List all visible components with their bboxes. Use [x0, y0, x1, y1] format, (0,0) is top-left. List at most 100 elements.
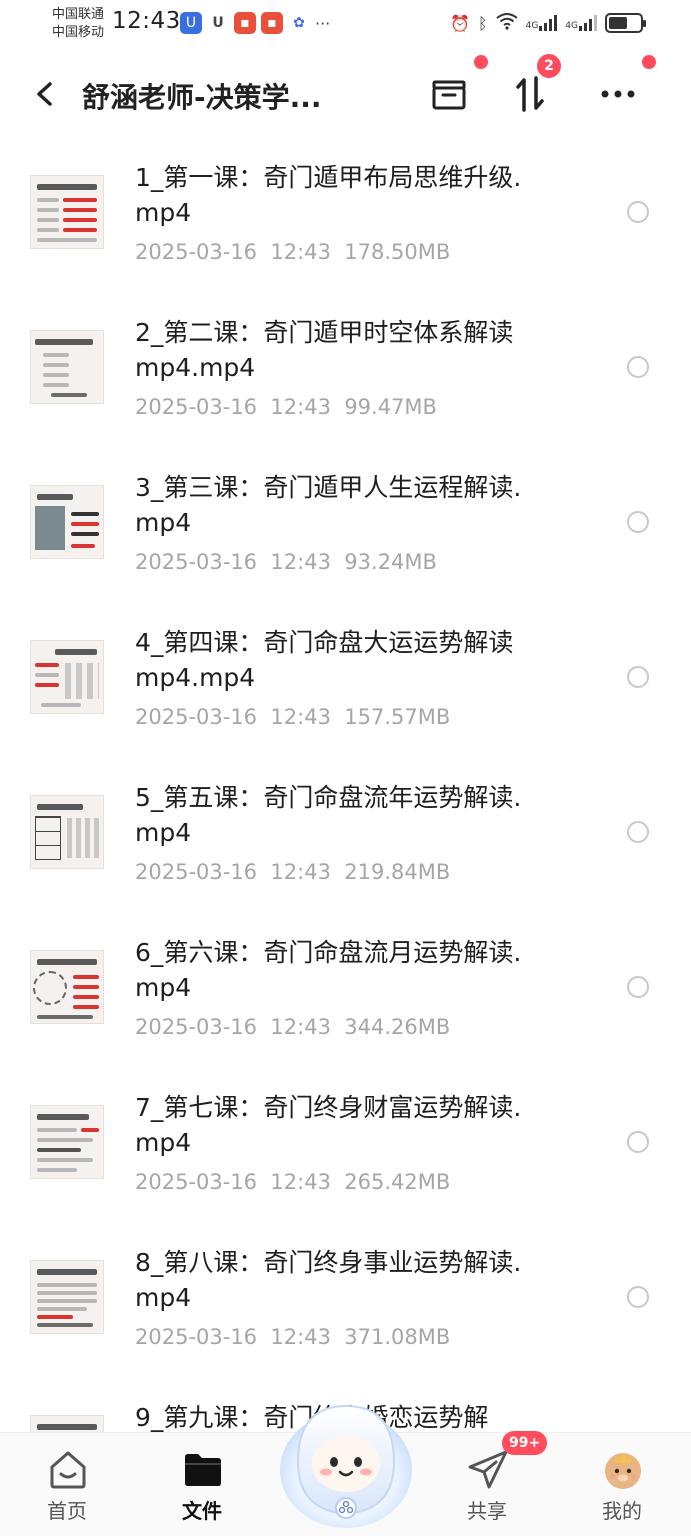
video-thumbnail [30, 640, 104, 714]
file-date: 2025-03-16 [135, 1170, 258, 1194]
alarm-icon: ⏰ [450, 13, 470, 33]
ai-assistant-button[interactable] [276, 1392, 416, 1532]
back-button[interactable] [30, 74, 60, 114]
signal-icon: 4G [565, 15, 597, 31]
file-meta: 2025-03-16 12:43 93.24MB [135, 550, 437, 574]
select-radio[interactable] [627, 356, 649, 378]
share-send-icon [468, 1450, 508, 1489]
file-name: 1_第一课：奇门遁甲布局思维升级.mp4 [135, 163, 522, 227]
tab-files[interactable]: 文件 [147, 1433, 257, 1536]
avatar-icon [605, 1453, 641, 1489]
file-time: 12:43 [270, 1325, 331, 1349]
sort-button[interactable] [507, 72, 555, 116]
video-thumbnail [30, 330, 104, 404]
video-thumbnail [30, 485, 104, 559]
file-time: 12:43 [270, 550, 331, 574]
file-name: 3_第三课：奇门遁甲人生运程解读.mp4 [135, 473, 522, 537]
signal-icon: 4G [526, 15, 558, 31]
file-list: 1_第一课：奇门遁甲布局思维升级.mp4 2025-03-16 12:43 17… [0, 140, 691, 1432]
select-radio[interactable] [627, 666, 649, 688]
file-size: 157.57MB [344, 705, 451, 729]
sort-icon [516, 76, 544, 112]
file-size: 371.08MB [344, 1325, 451, 1349]
carrier-names: 中国联通 中国移动 [52, 6, 104, 42]
file-time: 12:43 [270, 240, 331, 264]
shopping-app-icon: ▪ [261, 12, 283, 34]
file-meta: 2025-03-16 12:43 157.57MB [135, 705, 450, 729]
file-row[interactable]: 5_第五课：奇门命盘流年运势解读.mp4 2025-03-16 12:43 21… [0, 780, 691, 935]
file-size: 178.50MB [344, 240, 451, 264]
select-radio[interactable] [627, 1131, 649, 1153]
network-type: 4G [525, 21, 539, 31]
file-meta: 2025-03-16 12:43 265.42MB [135, 1170, 450, 1194]
app-notification-icon: U [180, 12, 202, 34]
tab-files-label: 文件 [182, 1499, 222, 1523]
share-badge: 99+ [502, 1431, 548, 1455]
battery-icon [605, 13, 646, 33]
archive-notification-dot [474, 55, 488, 69]
file-row[interactable]: 7_第七课：奇门终身财富运势解读.mp4 2025-03-16 12:43 26… [0, 1090, 691, 1245]
carrier-2: 中国移动 [52, 25, 105, 40]
file-meta: 2025-03-16 12:43 344.26MB [135, 1015, 450, 1039]
select-radio[interactable] [627, 201, 649, 223]
folder-icon [185, 1454, 221, 1486]
file-date: 2025-03-16 [135, 240, 258, 264]
file-meta: 2025-03-16 12:43 178.50MB [135, 240, 450, 264]
tab-mine[interactable]: 我的 [567, 1433, 677, 1536]
bluetooth-icon: ᛒ [477, 13, 488, 33]
shopping-app-icon: ▪ [234, 12, 256, 34]
file-time: 12:43 [270, 1170, 331, 1194]
file-date: 2025-03-16 [135, 550, 258, 574]
select-radio[interactable] [627, 1286, 649, 1308]
file-name: 6_第六课：奇门命盘流月运势解读.mp4 [135, 938, 522, 1002]
file-row[interactable]: 6_第六课：奇门命盘流月运势解读.mp4 2025-03-16 12:43 34… [0, 935, 691, 1090]
home-icon [50, 1451, 86, 1489]
archive-button[interactable] [425, 72, 473, 116]
tab-home-label: 首页 [47, 1499, 87, 1523]
more-notification-dot [642, 55, 656, 69]
file-size: 344.26MB [344, 1015, 451, 1039]
file-time: 12:43 [270, 395, 331, 419]
video-thumbnail [30, 795, 104, 869]
file-name: 8_第八课：奇门终身事业运势解读.mp4 [135, 1248, 522, 1312]
file-date: 2025-03-16 [135, 1325, 258, 1349]
file-row[interactable]: 4_第四课：奇门命盘大运运势解读mp4.mp4 2025-03-16 12:43… [0, 625, 691, 780]
select-radio[interactable] [627, 976, 649, 998]
video-thumbnail [30, 950, 104, 1024]
file-name: 2_第二课：奇门遁甲时空体系解读mp4.mp4 [135, 318, 514, 382]
select-radio[interactable] [627, 511, 649, 533]
file-time: 12:43 [270, 705, 331, 729]
app-notification-icon: U [212, 15, 224, 31]
file-meta: 2025-03-16 12:43 219.84MB [135, 860, 450, 884]
tab-mine-label: 我的 [602, 1499, 642, 1523]
tab-share-label: 共享 [467, 1499, 507, 1523]
file-row[interactable]: 2_第二课：奇门遁甲时空体系解读mp4.mp4 2025-03-16 12:43… [0, 315, 691, 470]
network-type: 4G [565, 21, 578, 31]
file-size: 99.47MB [344, 395, 437, 419]
wifi-icon [495, 12, 518, 34]
file-name: 7_第七课：奇门终身财富运势解读.mp4 [135, 1093, 522, 1157]
top-app-bar: 舒涵老师-决策学... 2 [0, 52, 691, 136]
sort-badge: 2 [537, 54, 561, 78]
file-time: 12:43 [270, 1015, 331, 1039]
more-button[interactable] [595, 72, 643, 116]
video-thumbnail [30, 175, 104, 249]
file-row[interactable]: 1_第一课：奇门遁甲布局思维升级.mp4 2025-03-16 12:43 17… [0, 160, 691, 315]
file-meta: 2025-03-16 12:43 99.47MB [135, 395, 437, 419]
file-name: 4_第四课：奇门命盘大运运势解读mp4.mp4 [135, 628, 514, 692]
status-bar: 中国联通 中国移动 12:43 U U ▪ ▪ ✿ ··· ⏰ ᛒ 4G 4G [0, 0, 691, 48]
notification-icons: U U ▪ ▪ ✿ ··· [180, 12, 330, 34]
file-date: 2025-03-16 [135, 705, 258, 729]
tab-home[interactable]: 首页 [12, 1433, 122, 1536]
file-row[interactable]: 8_第八课：奇门终身事业运势解读.mp4 2025-03-16 12:43 37… [0, 1245, 691, 1400]
assistant-mascot-icon [280, 1404, 412, 1528]
back-arrow-icon [37, 82, 52, 106]
system-icons: ⏰ ᛒ 4G 4G [450, 12, 646, 34]
select-radio[interactable] [627, 821, 649, 843]
video-thumbnail [30, 1260, 104, 1334]
video-thumbnail [30, 1415, 104, 1432]
file-date: 2025-03-16 [135, 860, 258, 884]
battery-level [609, 17, 627, 29]
file-row[interactable]: 3_第三课：奇门遁甲人生运程解读.mp4 2025-03-16 12:43 93… [0, 470, 691, 625]
more-icon [601, 90, 635, 98]
